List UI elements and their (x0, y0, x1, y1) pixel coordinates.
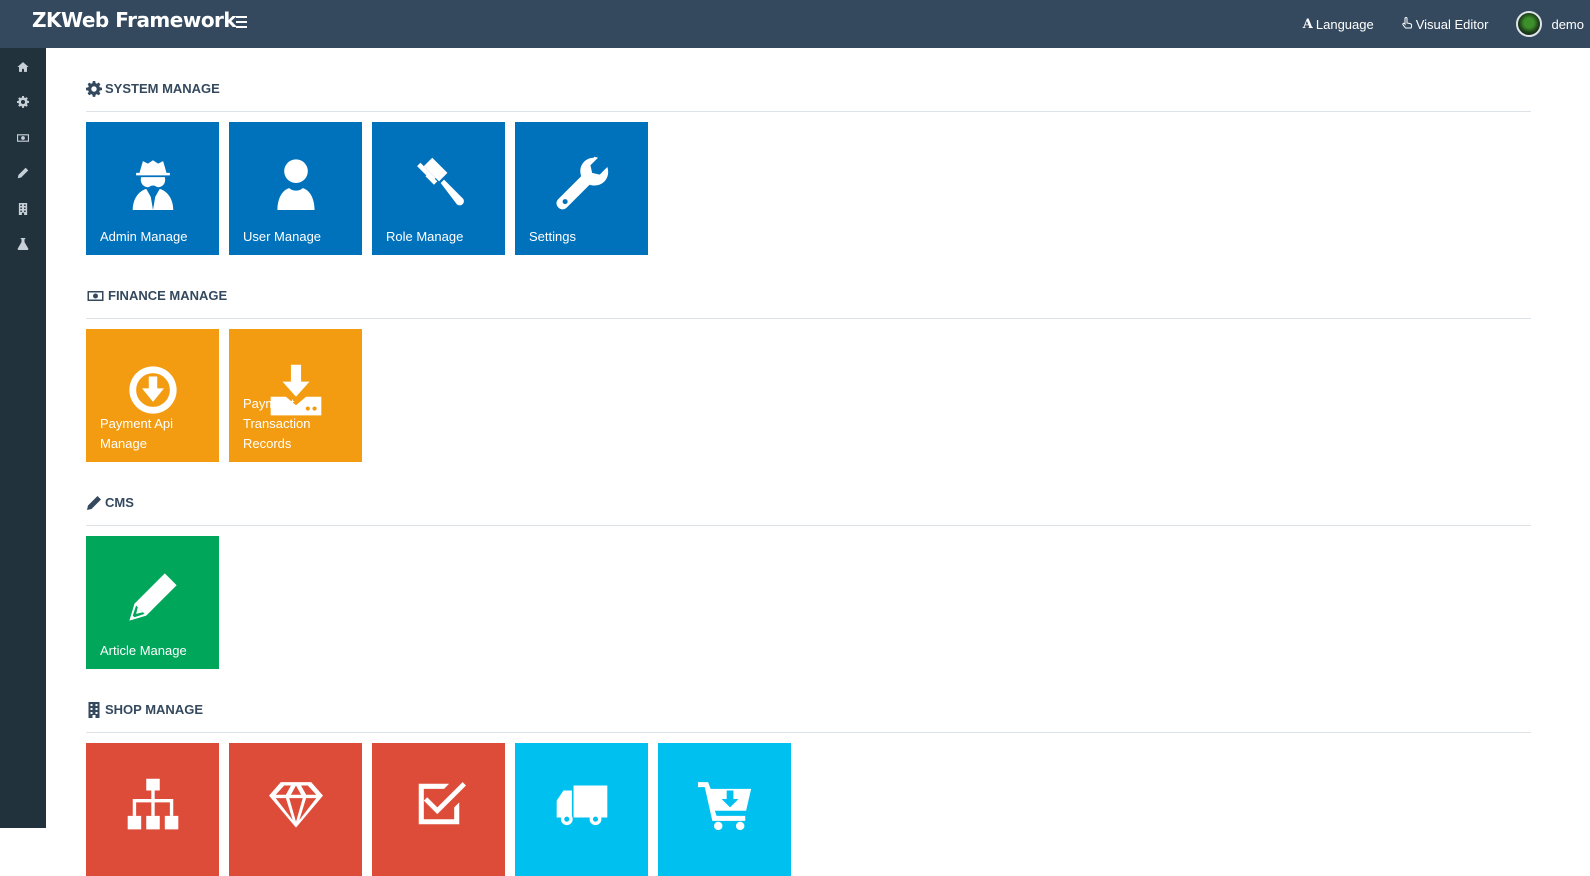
tile-label: Payment Transaction Records (243, 396, 311, 451)
tile-role-manage[interactable]: Role Manage (372, 122, 505, 255)
pencil-icon (17, 168, 29, 179)
top-nav-right: A Language Visual Editor demo (1303, 0, 1590, 48)
tile-article-manage[interactable]: Article Manage (86, 536, 219, 669)
tile-label: Payment Api Manage (100, 416, 173, 451)
section-header: SYSTEM MANAGE (86, 48, 1531, 112)
tile-admin-manage[interactable]: Admin Manage (86, 122, 219, 255)
money-icon (87, 290, 104, 301)
tile-label: User Manage (243, 229, 322, 244)
tile-label: Role Manage (386, 229, 464, 244)
tile-shop-category[interactable] (86, 743, 219, 876)
section-header: CMS (86, 462, 1531, 526)
language-link[interactable]: A Language (1303, 17, 1374, 32)
tile-shop-product[interactable] (229, 743, 362, 876)
spy-icon (132, 160, 173, 210)
sidebar-item-finance[interactable] (0, 120, 46, 156)
gear-icon (86, 80, 102, 97)
money-icon (17, 134, 29, 142)
tile-label: Settings (529, 229, 576, 244)
tile-shop-order[interactable] (372, 743, 505, 876)
cart-download-icon (697, 782, 751, 831)
diamond-icon (268, 782, 323, 828)
sidebar (0, 48, 46, 828)
section-cms: CMS Article Manage (86, 462, 1531, 669)
visual-editor-link[interactable]: Visual Editor (1402, 16, 1489, 32)
section-finance-manage: FINANCE MANAGE Payment Api Manage Paymen… (86, 255, 1531, 462)
flask-icon (17, 238, 29, 251)
tile-payment-api-manage[interactable]: Payment Api Manage (86, 329, 219, 462)
section-title: CMS (105, 495, 134, 510)
section-header: FINANCE MANAGE (86, 255, 1531, 319)
wrench-icon (555, 156, 608, 210)
sidebar-item-cms[interactable] (0, 156, 46, 192)
section-title: SYSTEM MANAGE (105, 81, 220, 96)
pencil-icon (87, 495, 101, 510)
sidebar-item-shop[interactable] (0, 191, 46, 227)
avatar (1516, 11, 1543, 37)
brand-logo[interactable]: ZKWeb Framework (32, 8, 237, 32)
section-system-manage: SYSTEM MANAGE Admin Manage User Manage R… (86, 48, 1531, 255)
hand-pointer-icon (1402, 16, 1413, 32)
tile-settings[interactable]: Settings (515, 122, 648, 255)
menu-toggle-button[interactable] (236, 13, 254, 31)
circle-arrow-down-icon (128, 366, 177, 414)
building-icon (18, 202, 28, 215)
pencil-icon (128, 573, 177, 621)
language-label: Language (1315, 16, 1374, 32)
visual-editor-label: Visual Editor (1415, 16, 1489, 32)
tile-shop-logistics[interactable] (515, 743, 648, 876)
tile-user-manage[interactable]: User Manage (229, 122, 362, 255)
user-icon (276, 159, 315, 210)
main-content: SYSTEM MANAGE Admin Manage User Manage R… (86, 48, 1531, 876)
top-navbar: ZKWeb Framework A Language Visual Editor… (0, 0, 1590, 48)
font-icon: A (1302, 16, 1313, 32)
sidebar-item-lab[interactable] (0, 227, 46, 263)
gavel-icon (416, 157, 464, 206)
user-name: demo (1551, 16, 1584, 32)
section-header: SHOP MANAGE (86, 669, 1531, 733)
section-shop-manage: SHOP MANAGE (86, 669, 1531, 876)
section-title: FINANCE MANAGE (108, 288, 228, 303)
tile-payment-transaction-records[interactable]: Payment Transaction Records (229, 329, 362, 462)
user-menu[interactable]: demo (1516, 11, 1584, 37)
section-title: SHOP MANAGE (105, 702, 203, 717)
sitemap-icon (127, 778, 178, 830)
home-icon (17, 61, 29, 72)
sidebar-item-home[interactable] (0, 49, 46, 85)
truck-icon (556, 785, 607, 826)
tile-label: Article Manage (100, 643, 187, 658)
tile-shop-cart[interactable] (658, 743, 791, 876)
tile-label: Admin Manage (100, 229, 188, 244)
gear-icon (17, 96, 29, 109)
building-icon (88, 701, 100, 718)
sidebar-item-system[interactable] (0, 85, 46, 121)
check-square-icon (418, 782, 466, 825)
